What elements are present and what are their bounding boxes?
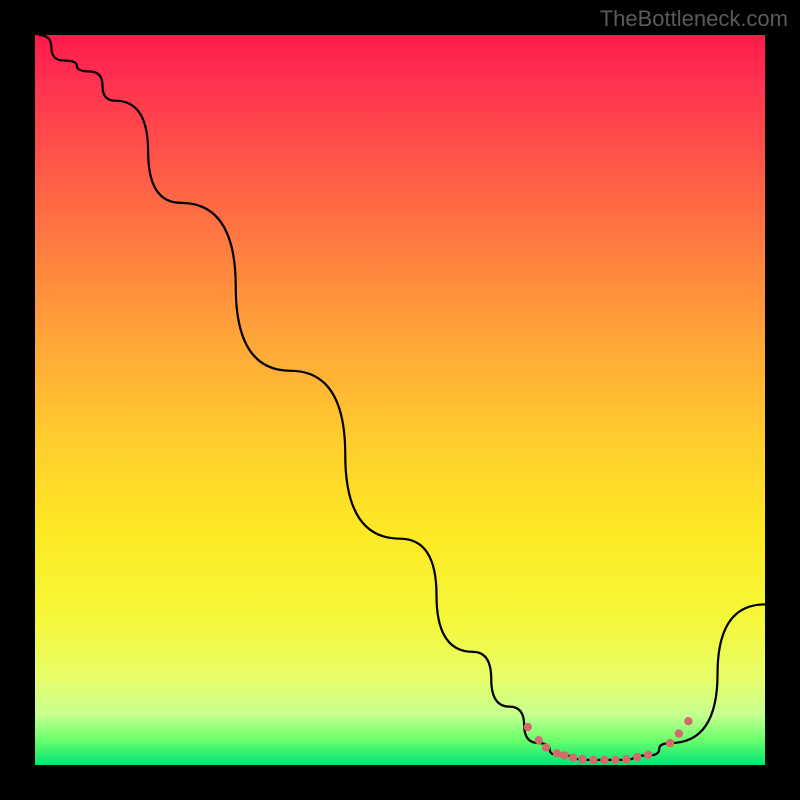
attribution-text: TheBottleneck.com [600, 6, 788, 32]
curve-marker [535, 736, 543, 744]
curve-marker [524, 723, 532, 731]
curve-marker [611, 756, 619, 764]
curve-marker [578, 755, 586, 763]
curve-marker [633, 753, 641, 761]
curve-marker [675, 729, 683, 737]
plot-area [35, 35, 765, 765]
curve-marker [553, 749, 561, 757]
curve-marker [666, 739, 674, 747]
curve-marker [560, 751, 568, 759]
curve-marker [600, 756, 608, 764]
curve-marker [589, 756, 597, 764]
curve-marker [684, 717, 692, 725]
curve-marker [644, 751, 652, 759]
bottleneck-curve [39, 35, 765, 760]
chart-svg [35, 35, 765, 765]
curve-marker [542, 743, 550, 751]
curve-marker [622, 755, 630, 763]
curve-markers [524, 717, 693, 764]
curve-marker [569, 754, 577, 762]
